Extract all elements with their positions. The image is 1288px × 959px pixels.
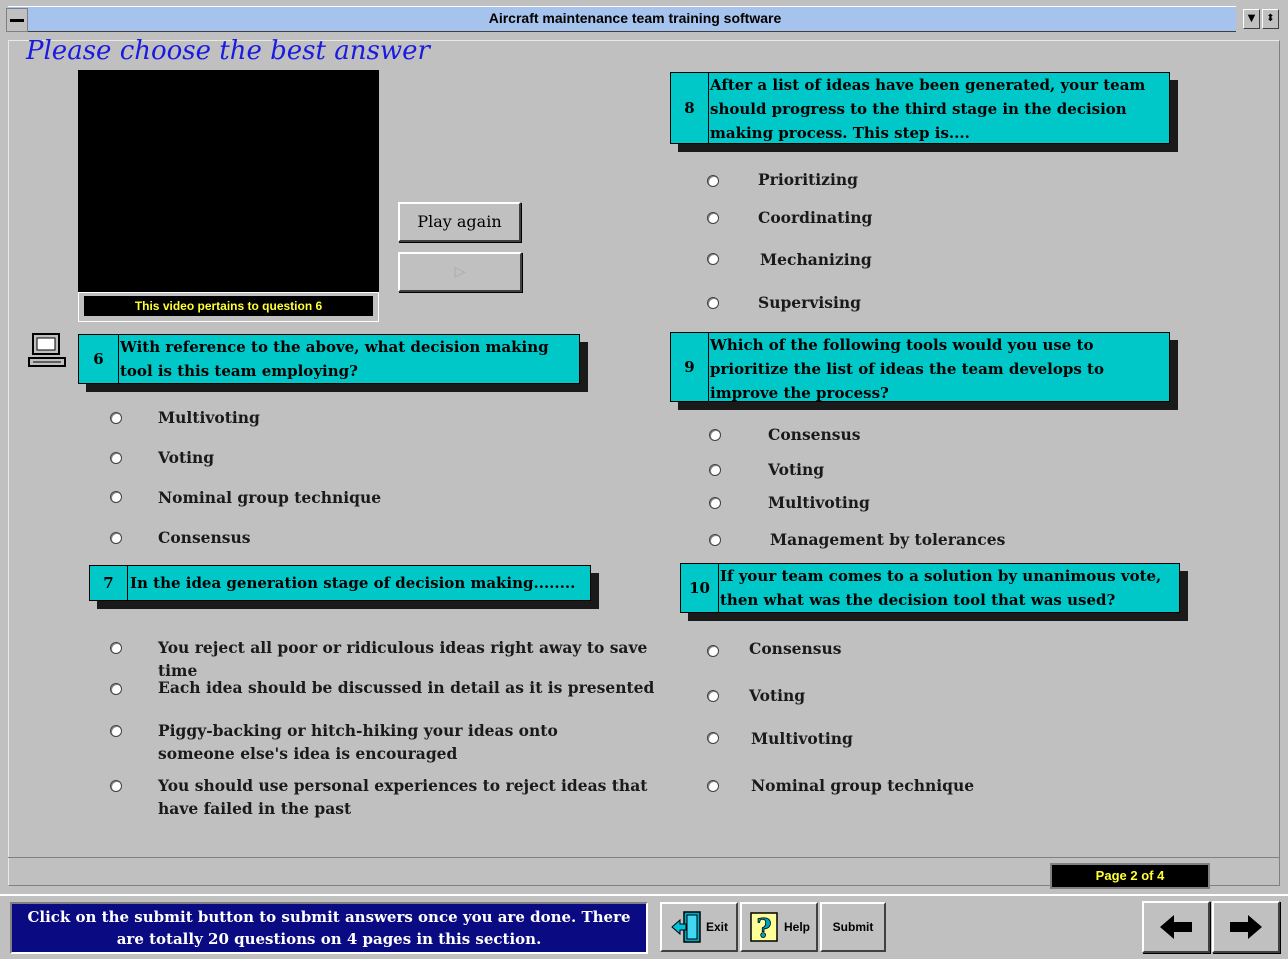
q9-option-2-label: Voting [768,460,825,479]
exit-button[interactable]: Exit [660,902,738,952]
q8-option-4-label: Supervising [758,293,861,312]
play-again-button[interactable]: Play again [398,202,521,242]
q9-option-3-radio[interactable] [709,497,721,509]
q8-option-1-label: Prioritizing [758,170,858,189]
q7-option-2-label: Each idea should be discussed in detail … [158,678,655,697]
q6-option-2-radio[interactable] [110,452,122,464]
q10-option-1-radio[interactable] [707,645,719,657]
q6-option-3-radio[interactable] [110,491,122,503]
q10-option-3-label: Multivoting [751,729,853,748]
question-8-box: 8 After a list of ideas have been genera… [670,72,1170,144]
minimize-button[interactable]: ▼ [1243,9,1260,29]
q10-option-2-radio[interactable] [707,690,719,702]
q7-option-3-radio[interactable] [110,725,122,737]
question-9-box: 9 Which of the following tools would you… [670,332,1170,402]
arrow-down-icon: ▼ [1247,13,1256,24]
q6-option-1-label: Multivoting [158,408,260,427]
q6-option-4-radio[interactable] [110,532,122,544]
question-number: 8 [671,73,709,143]
question-6-box: 6 With reference to the above, what deci… [78,334,580,384]
q10-option-3-radio[interactable] [707,732,719,744]
question-number: 9 [671,333,709,401]
q7-option-1-radio[interactable] [110,642,122,654]
arrow-right-icon [1230,915,1262,939]
q7-option-4-label: You should use personal experiences to r… [158,776,648,818]
page-heading: Please choose the best answer [26,36,430,66]
exit-label: Exit [705,920,728,934]
question-text: After a list of ideas have been generate… [710,76,1146,142]
q9-option-4-label: Management by tolerances [770,530,1006,549]
question-text: If your team comes to a solution by unan… [720,567,1162,609]
previous-page-button[interactable] [1142,901,1210,953]
window-title: Aircraft maintenance team training softw… [488,10,782,26]
question-text: Which of the following tools would you u… [710,336,1104,402]
title-bar: Aircraft maintenance team training softw… [0,0,1288,36]
q8-option-4-radio[interactable] [707,297,719,309]
next-page-button[interactable] [1212,901,1280,953]
q6-option-4-label: Consensus [158,528,251,547]
submit-label: Submit [832,920,874,934]
video-caption-frame: This video pertains to question 6 [78,292,379,322]
question-text: In the idea generation stage of decision… [130,574,576,592]
q9-option-4-radio[interactable] [709,534,721,546]
question-number: 7 [90,566,128,600]
q6-option-3-label: Nominal group technique [158,488,382,507]
q9-option-1-label: Consensus [768,425,861,444]
q8-option-1-radio[interactable] [707,175,719,187]
arrow-updown-icon: ⬍ [1266,13,1275,24]
video-caption: This video pertains to question 6 [84,296,373,316]
question-10-box: 10 If your team comes to a solution by u… [680,563,1180,613]
video-player[interactable] [78,70,379,292]
play-button[interactable]: ▷ [398,252,522,292]
q8-option-3-radio[interactable] [707,253,719,265]
q6-option-2-label: Voting [158,448,215,467]
question-number: 6 [79,335,119,383]
q9-option-2-radio[interactable] [709,464,721,476]
q10-option-4-radio[interactable] [707,780,719,792]
restore-button[interactable]: ⬍ [1262,9,1279,29]
q9-option-1-radio[interactable] [709,429,721,441]
question-text: With reference to the above, what decisi… [120,338,549,380]
question-7-box: 7 In the idea generation stage of decisi… [89,565,591,601]
q7-option-2-radio[interactable] [110,683,122,695]
help-question-icon: ? [750,912,778,944]
instructions-message: Click on the submit button to submit ans… [10,902,648,954]
q10-option-4-label: Nominal group technique [751,776,975,795]
q10-option-1-label: Consensus [749,639,842,658]
submit-button[interactable]: Submit [820,902,886,952]
q10-option-2-label: Voting [749,686,806,705]
help-label: Help [783,920,810,934]
computer-icon[interactable] [27,332,67,372]
exit-door-icon [671,911,701,943]
q8-option-2-label: Coordinating [758,208,873,227]
help-button[interactable]: ? Help [740,902,818,952]
q7-option-4-radio[interactable] [110,780,122,792]
q8-option-2-radio[interactable] [707,212,719,224]
question-number: 10 [681,564,719,612]
svg-text:?: ? [756,914,771,944]
q9-option-3-label: Multivoting [768,493,870,512]
play-icon: ▷ [454,264,466,280]
q8-option-3-label: Mechanizing [760,250,872,269]
q7-option-3-label: Piggy-backing or hitch-hiking your ideas… [158,721,558,763]
page-indicator: Page 2 of 4 [1050,863,1210,889]
q6-option-1-radio[interactable] [110,412,122,424]
arrow-left-icon [1160,915,1192,939]
